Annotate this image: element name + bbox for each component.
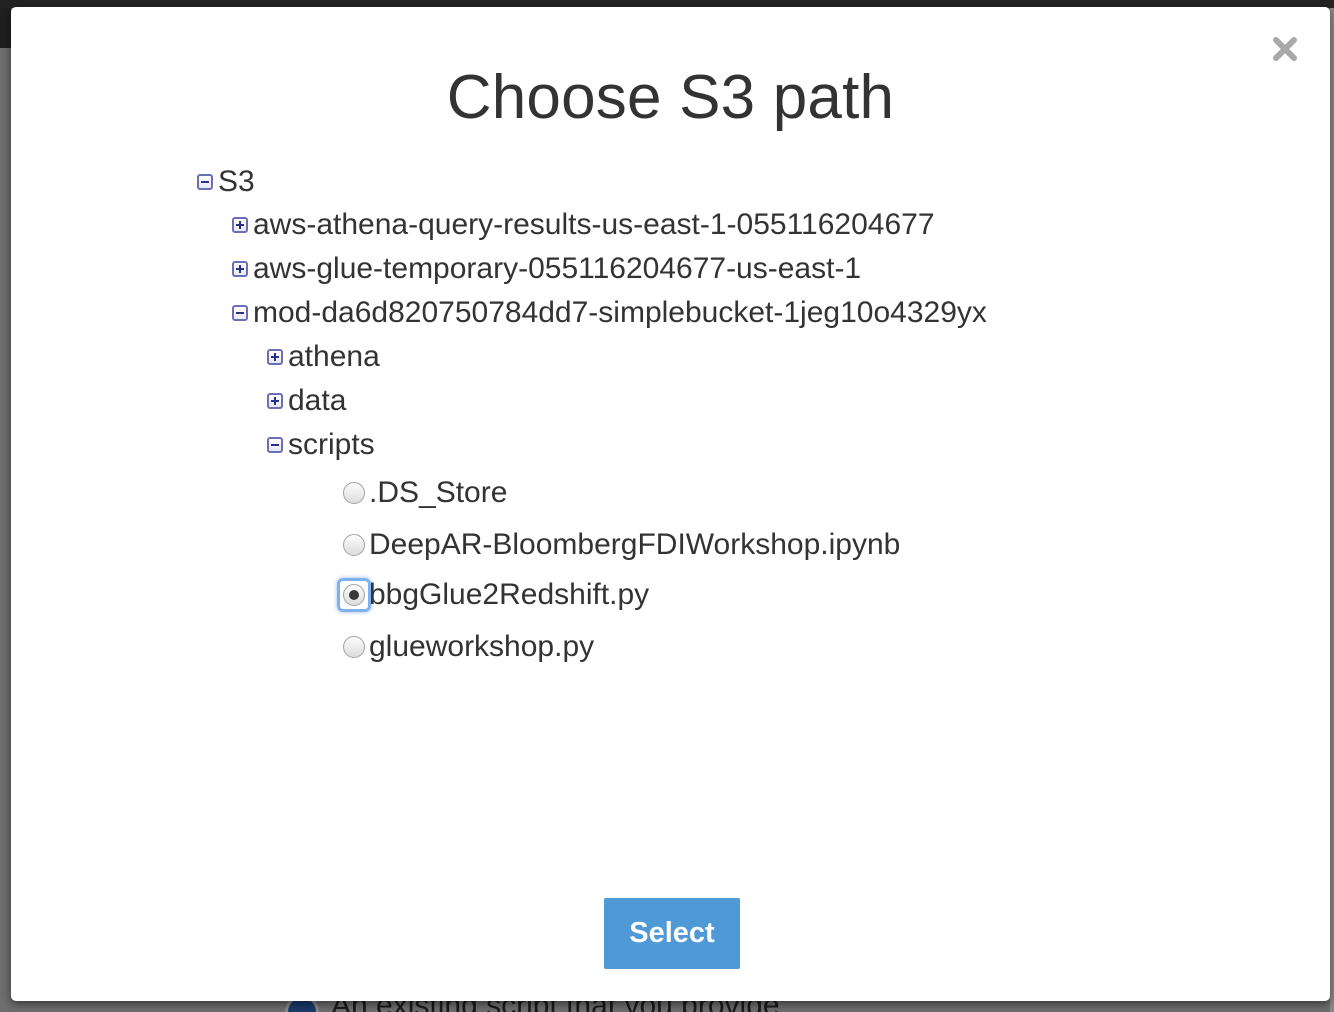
tree-node-label[interactable]: aws-glue-temporary-055116204677-us-east-…	[253, 252, 861, 286]
tree-node-s3: S3	[197, 164, 255, 200]
choose-s3-path-dialog: Choose S3 path S3 aws-athena-query-resul…	[11, 7, 1330, 1001]
expand-icon[interactable]	[267, 393, 283, 409]
dialog-title: Choose S3 path	[446, 63, 895, 132]
file-radio-focus-ring	[337, 578, 371, 612]
file-radio[interactable]	[343, 482, 365, 504]
tree-node-label[interactable]: scripts	[288, 428, 375, 462]
tree-file-item: .DS_Store	[343, 475, 507, 511]
tree-node-label[interactable]: athena	[288, 340, 380, 374]
tree-file-item: glueworkshop.py	[343, 629, 594, 665]
tree-node-bucket: aws-athena-query-results-us-east-1-05511…	[232, 207, 935, 243]
expand-icon[interactable]	[232, 261, 248, 277]
expand-icon[interactable]	[232, 217, 248, 233]
tree-node-label[interactable]: aws-athena-query-results-us-east-1-05511…	[253, 208, 935, 242]
backdrop-edge-right	[1330, 8, 1334, 1012]
file-label[interactable]: glueworkshop.py	[369, 630, 594, 664]
expand-icon[interactable]	[267, 349, 283, 365]
tree-node-label[interactable]: data	[288, 384, 346, 418]
background-script-option: An existing script that you provide	[285, 1001, 780, 1012]
tree-node-folder: athena	[267, 339, 380, 375]
select-button[interactable]: Select	[604, 898, 740, 969]
tree-node-bucket: aws-glue-temporary-055116204677-us-east-…	[232, 251, 861, 287]
file-label[interactable]: DeepAR-BloombergFDIWorkshop.ipynb	[369, 528, 900, 562]
tree-node-label[interactable]: mod-da6d820750784dd7-simplebucket-1jeg10…	[253, 296, 987, 330]
tree-node-folder: scripts	[267, 427, 375, 463]
tree-file-item: bbgGlue2Redshift.py	[337, 577, 649, 613]
tree-file-item: DeepAR-BloombergFDIWorkshop.ipynb	[343, 527, 900, 563]
tree-node-label[interactable]: S3	[218, 165, 255, 199]
collapse-icon[interactable]	[267, 437, 283, 453]
file-radio[interactable]	[343, 534, 365, 556]
file-label[interactable]: .DS_Store	[369, 476, 507, 510]
background-radio	[285, 1001, 319, 1012]
file-label[interactable]: bbgGlue2Redshift.py	[369, 578, 649, 612]
file-radio[interactable]	[343, 636, 365, 658]
background-script-option-label: An existing script that you provide	[331, 1001, 780, 1012]
tree-node-bucket: mod-da6d820750784dd7-simplebucket-1jeg10…	[232, 295, 987, 331]
tree-node-folder: data	[267, 383, 346, 419]
file-radio[interactable]	[343, 584, 365, 606]
collapse-icon[interactable]	[232, 305, 248, 321]
close-icon	[1273, 37, 1297, 61]
backdrop-edge	[0, 8, 11, 48]
collapse-icon[interactable]	[197, 174, 213, 190]
